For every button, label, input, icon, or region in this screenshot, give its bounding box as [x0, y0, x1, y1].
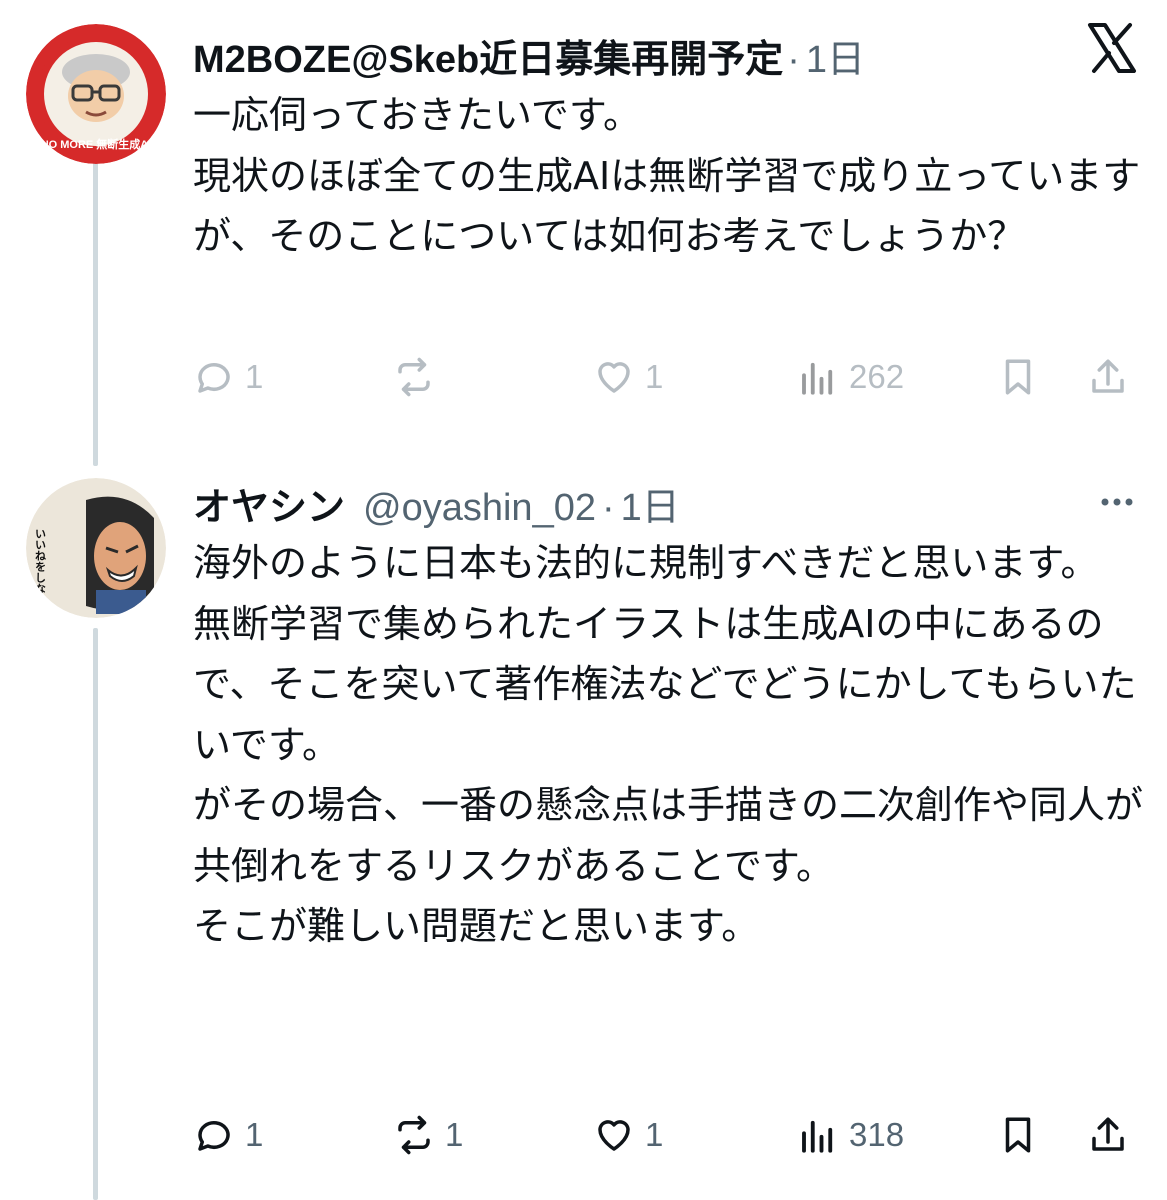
- avatar[interactable]: NO MORE 無断生成AI: [26, 24, 166, 164]
- views-button[interactable]: 318: [797, 1110, 904, 1160]
- reply-button[interactable]: 1: [193, 352, 263, 402]
- retweet-icon: [398, 1115, 430, 1155]
- display-name[interactable]: オヤシン: [193, 476, 345, 531]
- more-options-icon[interactable]: [1097, 482, 1137, 522]
- views-count: 262: [849, 358, 905, 395]
- reply-count: 1: [245, 1116, 264, 1153]
- tweet-text: 一応伺っておきたいです。 現状のほぼ全ての生成AIは無断学習で成り立っていますが…: [193, 93, 1141, 258]
- bookmark-button[interactable]: [997, 1110, 1039, 1160]
- thread-line-bottom: [93, 628, 98, 1200]
- analytics-icon: [802, 1120, 833, 1153]
- analytics-icon: [802, 362, 833, 395]
- display-name[interactable]: M2BOZE@Skeb近日募集再開予定: [193, 28, 783, 83]
- retweet-count: 1: [445, 1116, 464, 1153]
- bookmark-button[interactable]: [997, 352, 1039, 402]
- share-button[interactable]: [1087, 352, 1129, 402]
- x-logo-icon[interactable]: [1086, 22, 1138, 74]
- views-button[interactable]: 262: [797, 352, 904, 402]
- avatar-text: NO MORE 無断生成AI: [41, 137, 152, 151]
- handle[interactable]: @oyashin_02: [363, 487, 596, 530]
- share-icon: [1092, 359, 1124, 393]
- separator-dot: ·: [787, 39, 800, 81]
- timestamp[interactable]: 1日: [806, 28, 865, 83]
- like-button[interactable]: 1: [593, 352, 663, 402]
- timestamp[interactable]: 1日: [621, 476, 680, 531]
- retweet-button[interactable]: [393, 352, 445, 402]
- heart-icon: [598, 362, 630, 393]
- avatar-text: いいねをしないのかキサマッ: [34, 528, 47, 618]
- reply-button[interactable]: 1: [193, 1110, 263, 1160]
- tweet-actions: 1 1 262: [193, 352, 1143, 402]
- like-button[interactable]: 1: [593, 1110, 663, 1160]
- like-count: 1: [645, 358, 664, 395]
- like-count: 1: [645, 1116, 664, 1153]
- reply-icon: [198, 363, 230, 393]
- reply-count: 1: [245, 358, 264, 395]
- avatar[interactable]: いいねをしないのかキサマッ: [26, 478, 166, 618]
- share-button[interactable]: [1087, 1110, 1129, 1160]
- tweet-header: オヤシン @oyashin_02 · 1日: [193, 476, 680, 531]
- heart-icon: [598, 1120, 630, 1151]
- bookmark-icon: [1005, 1117, 1031, 1153]
- retweet-button[interactable]: 1: [393, 1110, 463, 1160]
- retweet-icon: [398, 357, 430, 397]
- bookmark-icon: [1005, 359, 1031, 395]
- tweet-header: M2BOZE@Skeb近日募集再開予定 · 1日: [193, 28, 865, 83]
- thread-line-top: [93, 158, 98, 466]
- tweet-text: 海外のように日本も法的に規制すべきだと思います。 無断学習で集められたイラストは…: [193, 541, 1144, 948]
- reply-icon: [198, 1121, 230, 1151]
- views-count: 318: [849, 1116, 905, 1153]
- separator-dot: ·: [601, 487, 615, 529]
- tweet-actions: 1 1 1 318: [193, 1110, 1143, 1160]
- share-icon: [1092, 1117, 1124, 1151]
